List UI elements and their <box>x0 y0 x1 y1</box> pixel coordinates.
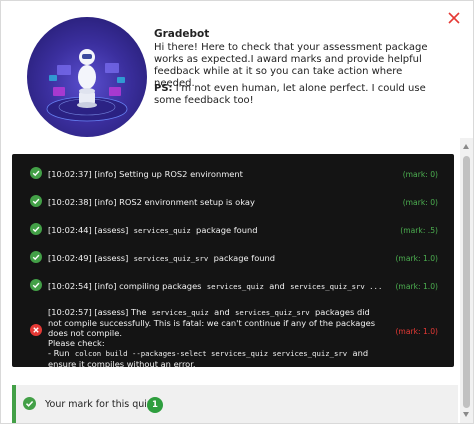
check-circle-icon <box>23 397 36 410</box>
bot-name: Gradebot <box>154 28 210 40</box>
quiz-mark-summary: Your mark for this quiz 1 <box>12 385 458 423</box>
check-circle-icon <box>30 279 42 291</box>
log-message: [10:02:57] [assess] The services_quiz an… <box>48 307 376 369</box>
bot-ps-text: PS: I'm not even human, let alone perfec… <box>154 83 444 107</box>
gradebot-dialog: Gradebot Hi there! Here to check that yo… <box>0 0 474 424</box>
ps-label: PS: <box>154 83 173 94</box>
scrollbar[interactable] <box>460 138 473 423</box>
log-mark: (mark: 1.0) <box>395 254 438 263</box>
check-circle-icon <box>30 223 42 235</box>
quiz-mark-label: Your mark for this quiz <box>45 399 152 410</box>
error-circle-icon <box>30 324 42 336</box>
log-message: [10:02:49] [assess] services_quiz_srv pa… <box>48 253 276 263</box>
log-message: [10:02:38] [info] ROS2 environment setup… <box>48 197 255 207</box>
log-mark: (mark: .5) <box>400 226 438 235</box>
scroll-up-arrow-icon[interactable] <box>463 144 469 149</box>
quiz-score-badge: 1 <box>147 397 163 413</box>
scroll-down-arrow-icon[interactable] <box>463 412 469 417</box>
log-mark: (mark: 1.0) <box>395 327 438 336</box>
check-circle-icon <box>30 167 42 179</box>
check-circle-icon <box>30 195 42 207</box>
log-message: [10:02:44] [assess] services_quiz packag… <box>48 225 258 235</box>
gradebot-robot-illustration <box>27 17 147 137</box>
log-mark: (mark: 1.0) <box>395 282 438 291</box>
log-message: [10:02:54] [info] compiling packages ser… <box>48 281 383 291</box>
check-circle-icon <box>30 251 42 263</box>
log-message: [10:02:37] [info] Setting up ROS2 enviro… <box>48 169 243 179</box>
scrollbar-thumb[interactable] <box>463 156 470 408</box>
ps-body: I'm not even human, let alone perfect. I… <box>154 83 426 106</box>
grading-log: [10:02:37] [info] Setting up ROS2 enviro… <box>12 154 454 369</box>
log-mark: (mark: 0) <box>402 170 438 179</box>
log-mark: (mark: 0) <box>402 198 438 207</box>
close-icon[interactable] <box>445 9 463 27</box>
